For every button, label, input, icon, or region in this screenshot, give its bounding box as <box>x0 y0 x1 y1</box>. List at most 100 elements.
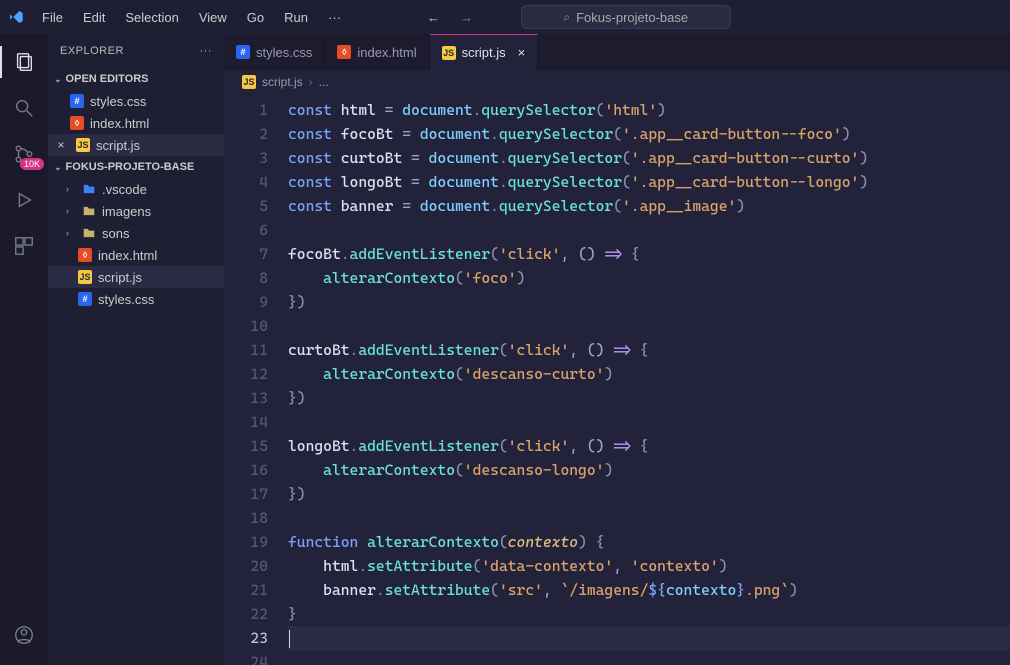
line-number: 24 <box>224 650 268 665</box>
code-line[interactable] <box>288 410 1010 434</box>
code-line[interactable]: } <box>288 602 1010 626</box>
line-number: 2 <box>224 122 268 146</box>
code-line[interactable] <box>288 314 1010 338</box>
chevron-down-icon: ⌄ <box>54 162 62 173</box>
code-content[interactable]: const html = document.querySelector('htm… <box>282 94 1010 665</box>
command-center-search[interactable]: ⌕ Fokus-projeto-base <box>521 5 731 29</box>
open-editors-label: OPEN EDITORS <box>66 73 149 85</box>
line-number: 4 <box>224 170 268 194</box>
file-name: script.js <box>98 270 142 285</box>
code-line[interactable] <box>288 650 1010 665</box>
code-line[interactable]: alterarContexto('foco') <box>288 266 1010 290</box>
activity-run-debug-icon[interactable] <box>0 180 48 220</box>
editor-tab[interactable]: #styles.css <box>224 34 325 70</box>
activity-accounts-icon[interactable] <box>0 615 48 655</box>
html-file-icon: ◊ <box>70 116 84 130</box>
code-line[interactable] <box>288 626 1010 650</box>
explorer-sidebar: EXPLORER ··· ⌄ OPEN EDITORS #styles.css ◊… <box>48 34 224 665</box>
close-icon[interactable]: × <box>518 45 526 60</box>
open-editors-section[interactable]: ⌄ OPEN EDITORS <box>48 68 224 90</box>
line-number: 11 <box>224 338 268 362</box>
activity-search-icon[interactable] <box>0 88 48 128</box>
project-name: FOKUS-PROJETO-BASE <box>66 161 195 173</box>
breadcrumb[interactable]: JS script.js › ... <box>224 70 1010 94</box>
folder-name: imagens <box>102 204 151 219</box>
activity-bar: 10K <box>0 34 48 665</box>
activity-explorer-icon[interactable] <box>0 42 48 82</box>
code-line[interactable]: const banner = document.querySelector('.… <box>288 194 1010 218</box>
folder-item[interactable]: › imagens <box>48 200 224 222</box>
line-number: 9 <box>224 290 268 314</box>
activity-extensions-icon[interactable] <box>0 226 48 266</box>
menu-edit[interactable]: Edit <box>75 6 113 29</box>
project-section[interactable]: ⌄ FOKUS-PROJETO-BASE <box>48 156 224 178</box>
js-file-icon: JS <box>78 270 92 284</box>
code-line[interactable]: const html = document.querySelector('htm… <box>288 98 1010 122</box>
editor-tab[interactable]: ◊index.html <box>325 34 429 70</box>
folder-name: .vscode <box>102 182 147 197</box>
html-file-icon: ◊ <box>78 248 92 262</box>
menu-selection[interactable]: Selection <box>117 6 186 29</box>
line-number: 14 <box>224 410 268 434</box>
code-line[interactable]: }) <box>288 482 1010 506</box>
menu-file[interactable]: File <box>34 6 71 29</box>
code-line[interactable] <box>288 506 1010 530</box>
code-line[interactable]: }) <box>288 386 1010 410</box>
close-icon[interactable]: × <box>54 138 68 152</box>
line-number: 22 <box>224 602 268 626</box>
file-item[interactable]: JS script.js <box>48 266 224 288</box>
vscode-logo-icon <box>8 9 24 25</box>
chevron-right-icon: › <box>66 206 76 216</box>
code-line[interactable]: const curtoBt = document.querySelector('… <box>288 146 1010 170</box>
line-number: 7 <box>224 242 268 266</box>
js-file-icon: JS <box>442 46 456 60</box>
code-line[interactable]: const longoBt = document.querySelector('… <box>288 170 1010 194</box>
folder-item[interactable]: › sons <box>48 222 224 244</box>
folder-item[interactable]: ›.vscode <box>48 178 224 200</box>
line-number: 19 <box>224 530 268 554</box>
folder-name: sons <box>102 226 129 241</box>
code-line[interactable]: alterarContexto('descanso-curto') <box>288 362 1010 386</box>
editor-tab[interactable]: JS script.js × <box>430 34 539 70</box>
code-line[interactable]: focoBt.addEventListener('click', () => { <box>288 242 1010 266</box>
css-file-icon: # <box>78 292 92 306</box>
code-line[interactable]: const focoBt = document.querySelector('.… <box>288 122 1010 146</box>
open-editor-item[interactable]: ◊index.html <box>48 112 224 134</box>
code-editor[interactable]: 123456789101112131415161718192021222324 … <box>224 94 1010 665</box>
file-item[interactable]: #styles.css <box>48 288 224 310</box>
code-line[interactable]: function alterarContexto(contexto) { <box>288 530 1010 554</box>
line-number: 6 <box>224 218 268 242</box>
code-line[interactable]: banner.setAttribute('src', `/imagens/${c… <box>288 578 1010 602</box>
code-line[interactable]: html.setAttribute('data-contexto', 'cont… <box>288 554 1010 578</box>
editor-area: #styles.css◊index.html JS script.js × JS sc… <box>224 34 1010 665</box>
folder-icon <box>82 204 96 218</box>
nav-back-icon[interactable]: ← <box>423 8 444 27</box>
tab-label: script.js <box>462 45 506 60</box>
line-number: 1 <box>224 98 268 122</box>
activity-source-control-icon[interactable]: 10K <box>0 134 48 174</box>
file-name: index.html <box>98 248 157 263</box>
search-icon: ⌕ <box>563 10 570 25</box>
code-line[interactable]: }) <box>288 290 1010 314</box>
menu-go[interactable]: Go <box>239 6 272 29</box>
explorer-more-icon[interactable]: ··· <box>200 45 213 57</box>
code-line[interactable]: longoBt.addEventListener('click', () => … <box>288 434 1010 458</box>
breadcrumb-separator-icon: › <box>309 75 313 89</box>
code-line[interactable]: alterarContexto('descanso-longo') <box>288 458 1010 482</box>
code-line[interactable]: curtoBt.addEventListener('click', () => … <box>288 338 1010 362</box>
open-editor-item[interactable]: #styles.css <box>48 90 224 112</box>
line-number: 23 <box>224 626 268 650</box>
line-number: 8 <box>224 266 268 290</box>
menu-view[interactable]: View <box>191 6 235 29</box>
code-line[interactable] <box>288 218 1010 242</box>
menu-more-icon[interactable]: ··· <box>320 6 349 29</box>
open-editor-item[interactable]: ×JSscript.js <box>48 134 224 156</box>
line-number-gutter: 123456789101112131415161718192021222324 <box>224 94 282 665</box>
explorer-header: EXPLORER ··· <box>48 34 224 68</box>
menu-run[interactable]: Run <box>276 6 316 29</box>
line-number: 21 <box>224 578 268 602</box>
nav-forward-icon[interactable]: → <box>456 8 477 27</box>
file-item[interactable]: ◊ index.html <box>48 244 224 266</box>
file-name: script.js <box>96 138 140 153</box>
chevron-right-icon: › <box>66 228 76 238</box>
